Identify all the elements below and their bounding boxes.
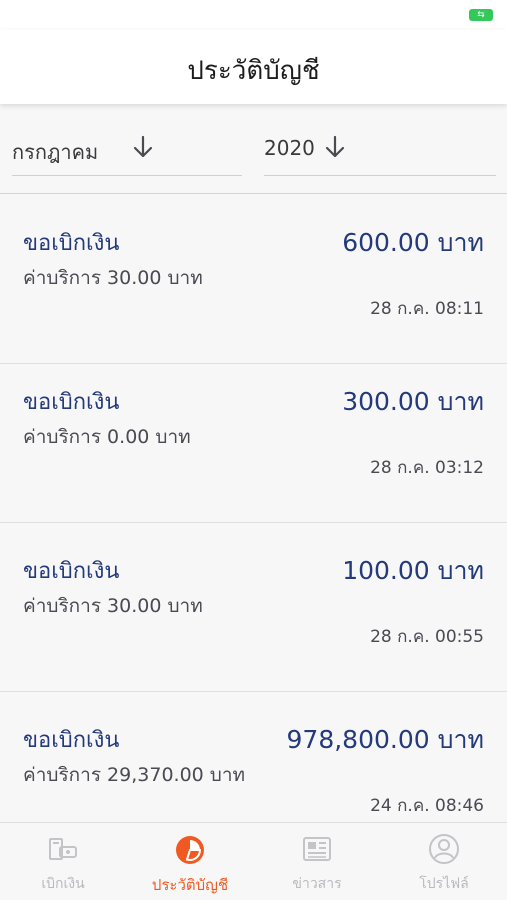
service-fee: ค่าบริการ 0.00 บาท bbox=[23, 426, 191, 448]
transaction-time: 28 ก.ค. 03:12 bbox=[370, 458, 484, 478]
tab-label: ข่าวสาร bbox=[292, 876, 342, 892]
tab-account-history[interactable]: ประวัติบัญชี bbox=[127, 823, 253, 900]
tab-label: ประวัติบัญชี bbox=[151, 876, 229, 894]
list-item[interactable]: ขอเบิกเงิน ค่าบริการ 0.00 บาท 300.00 บาท… bbox=[0, 354, 507, 523]
transaction-type: ขอเบิกเงิน bbox=[23, 728, 120, 753]
transaction-type: ขอเบิกเงิน bbox=[23, 559, 120, 584]
transaction-amount: 100.00 บาท bbox=[342, 556, 484, 585]
service-fee: ค่าบริการ 29,370.00 บาท bbox=[23, 764, 246, 786]
month-select[interactable]: กรกฎาคม bbox=[12, 130, 242, 176]
pie-chart-icon bbox=[176, 836, 204, 864]
transaction-time: 24 ก.ค. 08:46 bbox=[370, 796, 484, 816]
transaction-list[interactable]: ขอเบิกเงิน ค่าบริการ 30.00 บาท 600.00 บา… bbox=[0, 195, 507, 822]
tab-label: เบิกเงิน bbox=[41, 876, 85, 892]
list-item[interactable]: ขอเบิกเงิน ค่าบริการ 29,370.00 บาท 978,8… bbox=[0, 692, 507, 822]
tab-withdraw[interactable]: เบิกเงิน bbox=[0, 823, 126, 900]
transaction-amount: 978,800.00 บาท bbox=[286, 725, 484, 754]
list-item[interactable]: ขอเบิกเงิน ค่าบริการ 30.00 บาท 600.00 บา… bbox=[0, 195, 507, 364]
transaction-time: 28 ก.ค. 08:11 bbox=[370, 299, 484, 319]
month-value: กรกฎาคม bbox=[12, 140, 99, 164]
transaction-amount: 300.00 บาท bbox=[342, 387, 484, 416]
bottom-tab-bar: เบิกเงิน ประวัติบัญชี ข่าวสาร โปรไฟล์ bbox=[0, 822, 507, 900]
arrow-down-icon bbox=[325, 135, 345, 158]
user-profile-icon bbox=[429, 834, 459, 864]
newspaper-icon bbox=[303, 837, 331, 861]
atm-withdraw-icon bbox=[49, 838, 77, 860]
arrow-down-icon bbox=[133, 135, 153, 158]
transaction-type: ขอเบิกเงิน bbox=[23, 231, 120, 256]
year-select[interactable]: 2020 bbox=[264, 130, 496, 176]
filter-bar: กรกฎาคม 2020 bbox=[0, 104, 507, 194]
service-fee: ค่าบริการ 30.00 บาท bbox=[23, 267, 203, 289]
service-fee: ค่าบริการ 30.00 บาท bbox=[23, 595, 203, 617]
status-bar: ⇆ bbox=[0, 0, 507, 30]
tab-profile[interactable]: โปรไฟล์ bbox=[381, 823, 507, 900]
list-item[interactable]: ขอเบิกเงิน ค่าบริการ 30.00 บาท 100.00 บา… bbox=[0, 523, 507, 692]
transaction-amount: 600.00 บาท bbox=[342, 228, 484, 257]
year-value: 2020 bbox=[264, 136, 315, 160]
transaction-type: ขอเบิกเงิน bbox=[23, 390, 120, 415]
app-header: ประวัติบัญชี bbox=[0, 30, 507, 104]
tab-label: โปรไฟล์ bbox=[419, 876, 469, 892]
page-title: ประวัติบัญชี bbox=[187, 56, 320, 86]
battery-charging-icon: ⇆ bbox=[469, 9, 493, 21]
tab-news[interactable]: ข่าวสาร bbox=[254, 823, 380, 900]
transaction-time: 28 ก.ค. 00:55 bbox=[370, 627, 484, 647]
